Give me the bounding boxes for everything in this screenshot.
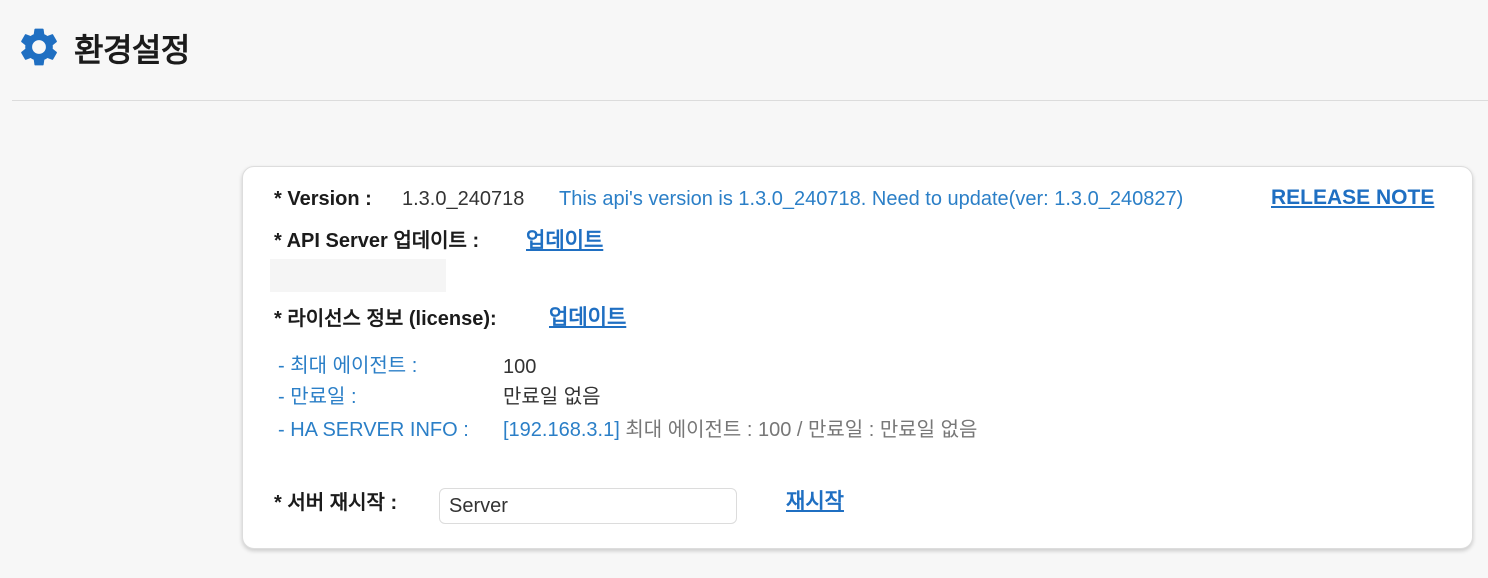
ha-server-info: [192.168.3.1] 최대 에이전트 : 100 / 만료일 : 만료일 …: [503, 418, 977, 444]
license-label: * 라이선스 정보 (license):: [274, 308, 497, 330]
api-server-label: * API Server 업데이트 :: [274, 230, 480, 252]
gear-icon: [21, 28, 57, 66]
expiry-value: 만료일 없음: [503, 386, 601, 408]
expiry-label: - 만료일 :: [278, 386, 357, 408]
ha-server-label: - HA SERVER INFO :: [278, 419, 469, 441]
version-label: * Version :: [274, 188, 372, 210]
ha-server-detail: 최대 에이전트 : 100 / 만료일 : 만료일 없음: [619, 419, 978, 441]
server-restart-label: * 서버 재시작 :: [274, 492, 398, 514]
version-value: 1.3.0_240718: [402, 188, 525, 210]
license-update-link[interactable]: 업데이트: [549, 306, 626, 330]
max-agents-label: - 최대 에이전트 :: [278, 355, 418, 377]
restart-link[interactable]: 재시작: [786, 490, 844, 514]
version-update-notice: This api's version is 1.3.0_240718. Need…: [559, 188, 1184, 210]
api-server-update-link[interactable]: 업데이트: [526, 229, 603, 253]
release-note-link[interactable]: RELEASE NOTE: [1271, 186, 1434, 210]
api-server-status-area: [270, 259, 446, 292]
server-name-input[interactable]: [439, 488, 737, 524]
ha-server-ip: [192.168.3.1]: [503, 419, 620, 441]
page-header: 환경설정: [0, 0, 1488, 100]
page-title: 환경설정: [74, 32, 190, 68]
header-divider: [12, 100, 1488, 101]
max-agents-value: 100: [503, 356, 537, 378]
settings-card: * Version : 1.3.0_240718 This api's vers…: [242, 166, 1473, 549]
